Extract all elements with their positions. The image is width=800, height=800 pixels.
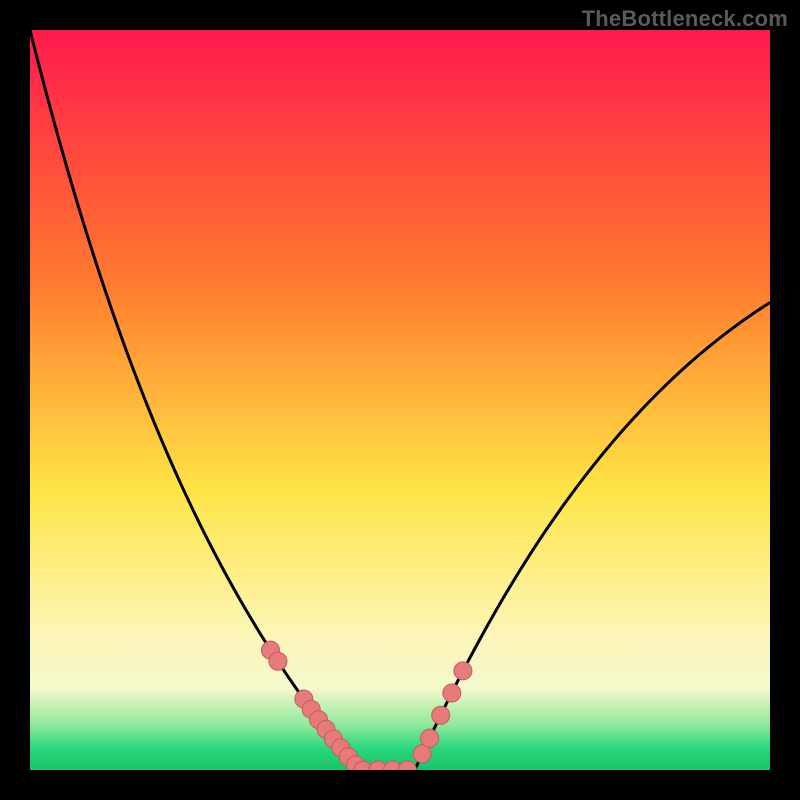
watermark-text: TheBottleneck.com (582, 6, 788, 32)
right-curve (415, 302, 770, 770)
data-marker (454, 662, 472, 680)
data-marker (443, 684, 461, 702)
left-curve (30, 30, 363, 770)
data-marker (398, 761, 416, 770)
data-marker (421, 729, 439, 747)
data-marker (269, 652, 287, 670)
data-marker (432, 706, 450, 724)
data-markers (262, 641, 472, 770)
bottleneck-curve (30, 30, 770, 770)
plot-area (30, 30, 770, 770)
chart-frame: TheBottleneck.com (0, 0, 800, 800)
